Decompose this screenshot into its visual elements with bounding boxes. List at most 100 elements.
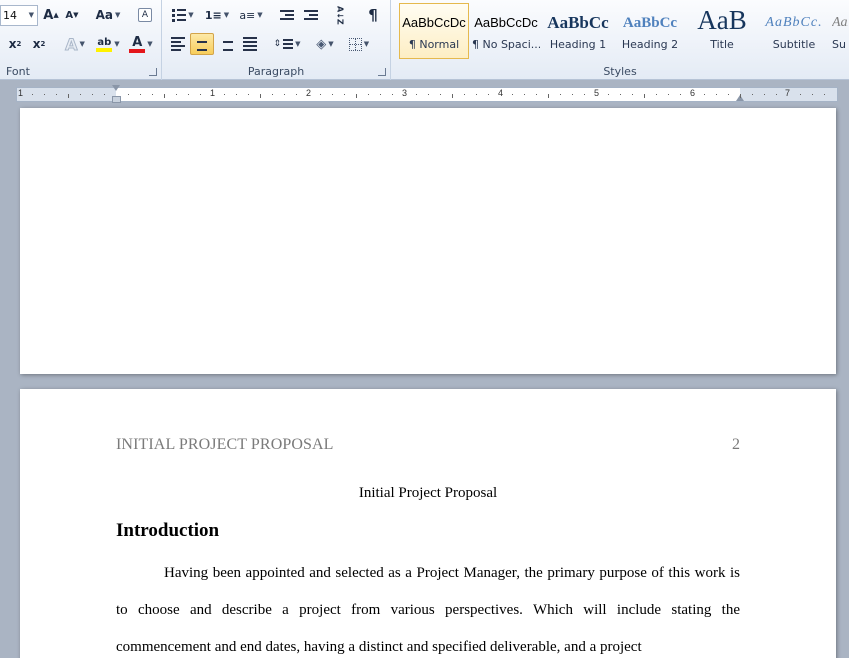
superscript-mark: 2	[40, 40, 46, 48]
document-page-2[interactable]: INITIAL PROJECT PROPOSAL 2 Initial Proje…	[20, 389, 836, 658]
font-dialog-launcher-icon[interactable]	[149, 68, 157, 76]
style-no-spacing[interactable]: AaBbCcDc ¶ No Spaci...	[471, 3, 541, 59]
chevron-down-icon: ▼	[363, 40, 370, 48]
line-spacing-button[interactable]: ⇕ ▼	[272, 33, 302, 55]
font-size-value: 14	[3, 9, 17, 22]
clear-formatting-button[interactable]: A	[135, 4, 155, 26]
ruler-dot	[296, 94, 297, 95]
decrease-indent-button[interactable]	[276, 4, 298, 26]
ribbon: 14 ▼ A ▲ A ▼ Aa ▼ A x2 x2 A ▼ ab ▼ A ▼ F…	[0, 0, 849, 80]
ruler-dot	[476, 94, 477, 95]
ruler-number: 1	[18, 88, 24, 98]
document-page-1[interactable]	[20, 108, 836, 374]
style-subtle-emphasis[interactable]: AaBbCc Su	[831, 3, 849, 59]
ruler-dot	[392, 94, 393, 95]
superscript-button[interactable]: x2	[28, 33, 50, 55]
chevron-down-icon: ▼	[115, 11, 121, 19]
chevron-down-icon: ▼	[147, 40, 153, 48]
style-normal[interactable]: AaBbCcDc ¶ Normal	[399, 3, 469, 59]
horizontal-ruler[interactable]: 1 1 2 3 4 5 6 7	[16, 85, 838, 103]
increase-indent-button[interactable]	[300, 4, 322, 26]
font-color-icon: A	[129, 36, 146, 53]
chevron-down-icon: ▼	[114, 40, 120, 48]
text-effects-icon: A	[65, 34, 78, 54]
ruler-dot	[728, 94, 729, 95]
ruler-dot	[176, 94, 177, 95]
page-number: 2	[732, 436, 740, 453]
ruler-dot	[380, 94, 381, 95]
font-group: 14 ▼ A ▲ A ▼ Aa ▼ A x2 x2 A ▼ ab ▼ A ▼ F…	[0, 0, 162, 80]
grow-font-icon: A	[43, 7, 54, 23]
styles-gallery: AaBbCcDc ¶ Normal AaBbCcDc ¶ No Spaci...…	[398, 3, 849, 59]
shrink-font-icon: A	[65, 9, 74, 21]
highlight-label: ab	[97, 36, 112, 48]
ruler-number: 4	[498, 88, 504, 98]
ruler-number: 2	[306, 88, 312, 98]
align-left-icon	[171, 37, 185, 51]
justify-button[interactable]	[238, 33, 262, 55]
borders-icon	[348, 37, 362, 51]
style-subtitle[interactable]: AaBbCc. Subtitle	[759, 3, 829, 59]
justify-icon	[243, 37, 257, 51]
font-size-box[interactable]: 14 ▼	[0, 5, 38, 26]
style-heading-1[interactable]: AaBbCc Heading 1	[543, 3, 613, 59]
paint-bucket-icon: ◈	[316, 36, 327, 52]
highlight-button[interactable]: ab ▼	[93, 33, 123, 55]
sort-button[interactable]: A↓Z	[329, 4, 351, 26]
borders-button[interactable]: ▼	[344, 33, 374, 55]
ruler-dot	[44, 94, 45, 95]
ruler-dot	[188, 94, 189, 95]
ruler-dot	[320, 94, 321, 95]
shrink-font-button[interactable]: A ▼	[63, 4, 81, 26]
ruler-dot	[572, 94, 573, 95]
paragraph-group: ▼ 1≡ ▼ a≡ ▼ A↓Z ¶ ⇕ ▼ ◈ ▼ ▼ Paragraph	[162, 0, 391, 80]
font-color-button[interactable]: A ▼	[126, 33, 156, 55]
sort-icon: A↓Z	[335, 5, 345, 25]
style-title[interactable]: AaB Title	[687, 3, 757, 59]
ruler-number: 6	[690, 88, 696, 98]
align-right-button[interactable]	[214, 33, 238, 55]
chevron-down-icon: ▼	[257, 11, 263, 19]
highlight-swatch	[96, 47, 113, 52]
first-line-indent-marker[interactable]	[112, 85, 120, 91]
ruler-dot	[536, 94, 537, 95]
multilevel-list-icon: a≡	[239, 8, 256, 22]
chevron-down-icon[interactable]: ▼	[29, 6, 34, 25]
style-preview: AaBbCc	[547, 13, 609, 32]
change-case-button[interactable]: Aa ▼	[93, 4, 123, 26]
align-center-button[interactable]	[190, 33, 214, 55]
ruler-number: 7	[785, 88, 791, 98]
align-left-button[interactable]	[166, 33, 190, 55]
ruler-dot	[464, 94, 465, 95]
multilevel-list-button[interactable]: a≡ ▼	[236, 4, 266, 26]
style-name: Heading 2	[621, 38, 679, 51]
style-name: Title	[710, 38, 734, 51]
numbering-button[interactable]: 1≡ ▼	[202, 4, 232, 26]
paragraph-group-label: Paragraph	[247, 65, 305, 78]
ruler-dot	[716, 94, 717, 95]
paragraph-dialog-launcher-icon[interactable]	[378, 68, 386, 76]
ruler-dot	[440, 94, 441, 95]
font-group-label: Font	[6, 65, 30, 78]
ruler-dot	[284, 94, 285, 95]
change-case-icon: Aa	[95, 8, 113, 22]
bullets-button[interactable]: ▼	[168, 4, 198, 26]
chevron-down-icon: ▼	[328, 40, 334, 48]
grow-font-button[interactable]: A ▲	[41, 4, 61, 26]
show-marks-button[interactable]: ¶	[362, 4, 384, 26]
ruler-dot	[32, 94, 33, 95]
document-title: Initial Project Proposal	[358, 485, 498, 501]
subscript-button[interactable]: x2	[4, 33, 26, 55]
style-heading-2[interactable]: AaBbCc Heading 2	[615, 3, 685, 59]
ruler-dot	[824, 94, 825, 95]
hanging-indent-marker[interactable]	[112, 96, 121, 103]
ruler-number: 5	[594, 88, 600, 98]
chevron-down-icon: ▼	[188, 11, 194, 19]
ruler-tick	[68, 94, 69, 98]
ruler-dot	[812, 94, 813, 95]
style-preview: AaBbCcDc	[402, 15, 466, 30]
ruler-dot	[488, 94, 489, 95]
shading-button[interactable]: ◈ ▼	[310, 33, 340, 55]
text-effects-button[interactable]: A ▼	[60, 33, 90, 55]
ruler-dot	[200, 94, 201, 95]
